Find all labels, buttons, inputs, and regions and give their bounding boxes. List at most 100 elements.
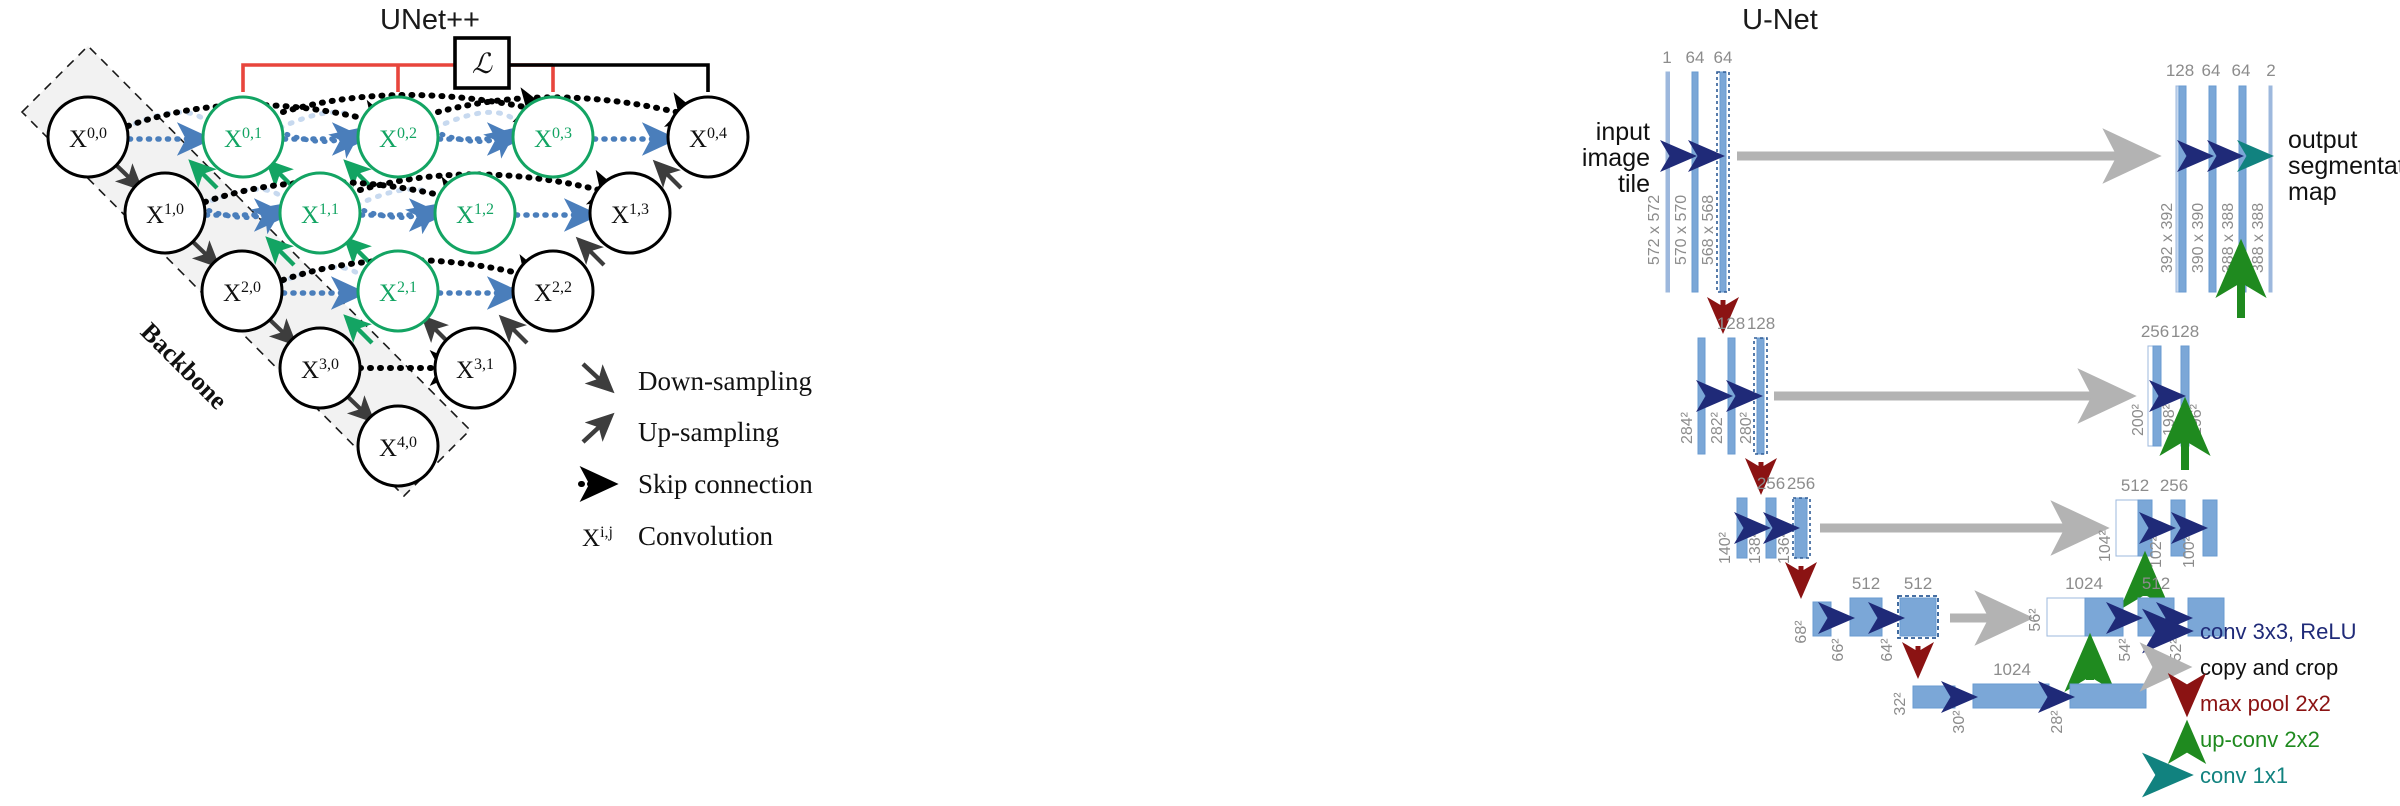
legend-row-upconv: up-conv 2x2	[2167, 719, 2320, 764]
node-X03[interactable]: X0,3	[511, 95, 595, 179]
dim-56: 56²	[2027, 608, 2044, 632]
node-X12[interactable]: X1,2	[433, 171, 517, 255]
unet-level-1-right: 128 64 64 2 392 x 392 390 x 390 388 x 38…	[2159, 61, 2276, 293]
node-X04[interactable]: X0,4	[666, 95, 750, 179]
svg-text:input: input	[1596, 118, 1650, 146]
ch-256-out3: 256	[2160, 476, 2188, 495]
ch-64-out-b: 64	[2232, 61, 2251, 80]
unet-level-4-right: 1024 512 56² 54² 52²	[2027, 574, 2225, 662]
node-X11[interactable]: X1,1	[278, 171, 362, 255]
unet-level-2-left: 128 128 284² 282² 280²	[1679, 314, 1775, 455]
ch-512-out3: 512	[2121, 476, 2149, 495]
dim-32: 32²	[1892, 692, 1909, 716]
legend-conv3x3-label: conv 3x3, ReLU	[2200, 619, 2357, 644]
ch-256-out: 256	[2141, 322, 2169, 341]
dim-198: 198²	[2161, 403, 2178, 436]
node-X01-sup: 0,1	[242, 125, 262, 142]
legend-row-up-sampling: Up-sampling	[581, 412, 779, 447]
dim-52: 52²	[2168, 638, 2185, 662]
dim-282: 282²	[1709, 411, 1726, 444]
node-X20[interactable]: X2,0	[200, 249, 284, 333]
unet-level-2-right: 256 128 200² 198² 196²	[2130, 322, 2205, 447]
backbone-label: Backbone	[135, 317, 233, 415]
dim-136: 136²	[1776, 531, 1793, 564]
svg-text:image: image	[1582, 144, 1650, 172]
unet-legend: conv 3x3, ReLU copy and crop max pool 2x…	[2139, 608, 2357, 798]
node-X22-sup: 2,2	[552, 279, 572, 296]
legend-row-copy-crop: copy and crop	[2139, 642, 2338, 692]
legend-convolution-label: Convolution	[638, 521, 774, 551]
unetpp-legend: Down-sampling Up-sampling Skip connectio…	[578, 362, 813, 552]
node-X10[interactable]: X1,0	[123, 171, 207, 255]
node-X22-label: X	[534, 280, 552, 307]
xij-symbol: Xi,j	[582, 524, 613, 552]
node-X30-sup: 3,0	[319, 356, 339, 373]
node-X02-label: X	[379, 126, 397, 153]
output-segmentation-map-label: output segmentation map	[2288, 126, 2400, 206]
ch-1024-bottom: 1024	[1993, 660, 2031, 679]
dim-572: 572 x 572	[1646, 195, 1663, 265]
node-X30-label: X	[301, 357, 319, 384]
legend-row-down-sampling: Down-sampling	[581, 362, 812, 396]
ch-512-out4: 512	[2142, 574, 2170, 593]
node-X30[interactable]: X3,0	[278, 326, 362, 410]
dim-196: 196²	[2188, 403, 2205, 436]
ch-256-a: 256	[1757, 474, 1785, 493]
legend-down-sampling-label: Down-sampling	[638, 366, 812, 396]
node-X00-label: X	[69, 126, 87, 153]
dim-200: 200²	[2130, 403, 2147, 436]
node-X40[interactable]: X4,0	[356, 404, 440, 488]
dim-284: 284²	[1679, 411, 1696, 444]
unet-level-5-bottom: 1024 32² 30² 28²	[1892, 660, 2147, 734]
unetpp-svg: Backbone ℒ X0,0 X1,0 X2,0 X3,0 X4,0 X0,1…	[20, 36, 813, 552]
node-X21[interactable]: X2,1	[356, 249, 440, 333]
node-X02-sup: 0,2	[397, 125, 417, 142]
unet-level-3-left: 256 256 140² 138² 136²	[1717, 474, 1815, 564]
legend-up-sampling-label: Up-sampling	[638, 417, 779, 447]
dim-68: 68²	[1793, 620, 1810, 644]
dim-64: 64²	[1879, 638, 1896, 662]
dim-570: 570 x 570	[1673, 195, 1690, 265]
unet-panel: U-Net 1 64 64 572 x 572 570 x 570 568 x …	[1250, 0, 2400, 806]
loss-label: ℒ	[472, 49, 493, 80]
node-X12-label: X	[456, 202, 474, 229]
node-X02[interactable]: X0,2	[356, 95, 440, 179]
node-X01-label: X	[224, 126, 242, 153]
dim-388b: 388 x 388	[2250, 203, 2267, 273]
node-X11-sup: 1,1	[319, 201, 339, 218]
node-X20-label: X	[223, 280, 241, 307]
node-X13-label: X	[611, 202, 629, 229]
node-X31-label: X	[456, 357, 474, 384]
ch-128-a: 128	[1717, 314, 1745, 333]
input-image-tile-label: input image tile	[1582, 118, 1650, 198]
node-X03-label: X	[534, 126, 552, 153]
dim-140: 140²	[1717, 531, 1734, 564]
node-X03-sup: 0,3	[552, 125, 572, 142]
node-X22[interactable]: X2,2	[511, 249, 595, 333]
node-X13-sup: 1,3	[629, 201, 649, 218]
legend-maxpool-label: max pool 2x2	[2200, 691, 2331, 716]
node-X01[interactable]: X0,1	[201, 95, 285, 179]
legend-row-conv1x1: conv 1x1	[2142, 752, 2288, 798]
node-X21-sup: 2,1	[397, 279, 417, 296]
unet-svg: 1 64 64 572 x 572 570 x 570 568 x 568 in…	[1582, 48, 2400, 798]
svg-text:output: output	[2288, 126, 2358, 154]
node-X20-sup: 2,0	[241, 279, 261, 296]
dim-104: 104²	[2097, 529, 2114, 562]
node-X10-sup: 1,0	[164, 201, 184, 218]
svg-text:map: map	[2288, 178, 2337, 206]
ch-512-b: 512	[1904, 574, 1932, 593]
node-X31[interactable]: X3,1	[433, 326, 517, 410]
ch-256-b: 256	[1787, 474, 1815, 493]
node-X04-sup: 0,4	[707, 125, 727, 142]
dim-100: 100²	[2181, 535, 2198, 568]
legend-row-convolution: Xi,j Convolution	[582, 521, 774, 552]
dim-30: 30²	[1951, 710, 1968, 734]
legend-skip-connection-label: Skip connection	[638, 469, 813, 499]
node-X40-label: X	[379, 435, 397, 462]
node-X00[interactable]: X0,0	[46, 95, 130, 179]
node-X13[interactable]: X1,3	[588, 171, 672, 255]
ch-64a: 64	[1686, 48, 1705, 67]
node-X10-label: X	[146, 202, 164, 229]
node-X31-sup: 3,1	[474, 356, 494, 373]
